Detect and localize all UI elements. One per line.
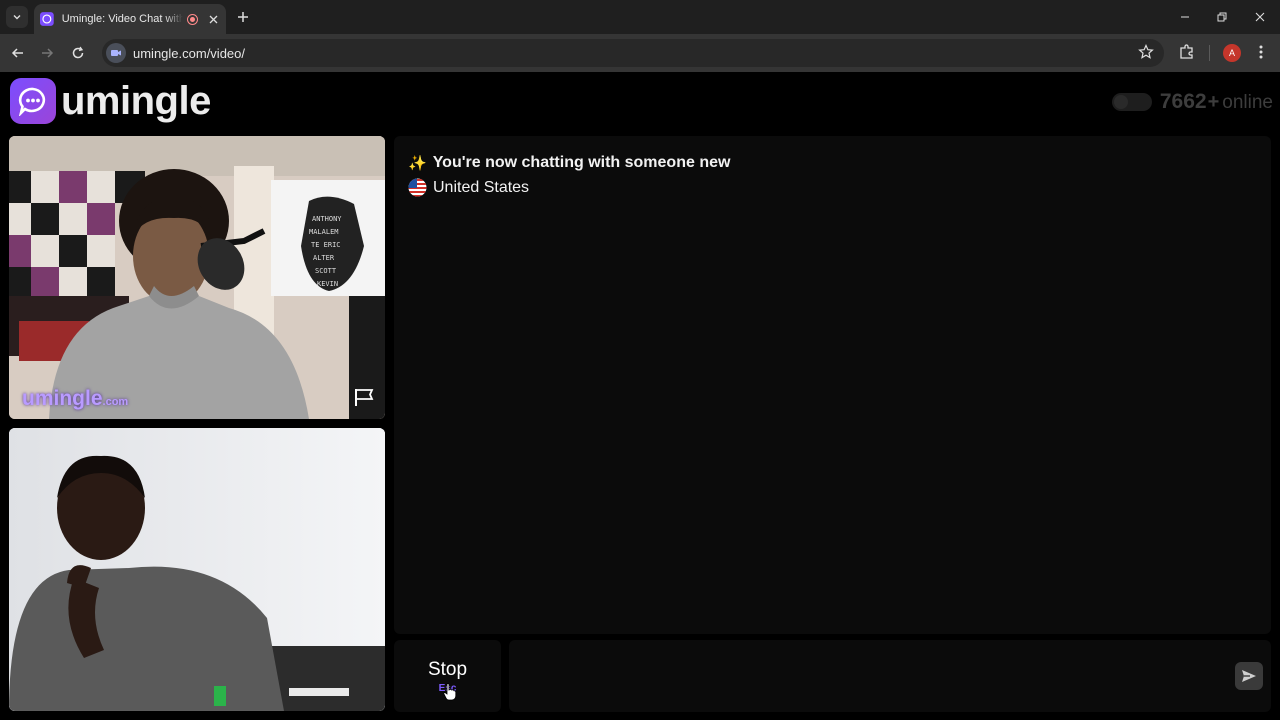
flag-icon: [355, 389, 374, 406]
country-name: United States: [433, 178, 530, 196]
stop-label: Stop: [427, 658, 468, 680]
bookmark-star-button[interactable]: [1138, 44, 1154, 65]
send-icon: [1242, 670, 1256, 682]
browser-menu-button[interactable]: [1252, 43, 1270, 66]
us-flag-icon: [408, 178, 427, 197]
browser-toolbar: umingle.com/video/ A: [0, 34, 1280, 72]
toolbar-divider: [1209, 45, 1210, 61]
svg-text:MALALEM: MALALEM: [309, 228, 339, 236]
message-input[interactable]: [509, 640, 1271, 712]
self-video: [9, 428, 385, 711]
svg-text:SCOTT: SCOTT: [315, 267, 337, 275]
tab-search-button[interactable]: [6, 6, 28, 28]
svg-text:ALTER: ALTER: [313, 254, 335, 262]
watermark-tld: .com: [102, 396, 129, 408]
site-logo[interactable]: umingle: [10, 78, 211, 124]
tab-close-button[interactable]: [206, 12, 220, 26]
send-button[interactable]: [1235, 662, 1263, 690]
sparkles-icon: ✨: [408, 155, 427, 172]
online-label: online: [1222, 92, 1273, 113]
stranger-video-frame: ANTHONY MALALEM TE ERIC ALTER SCOTT KEVIN: [9, 136, 385, 419]
arrow-right-icon: [42, 48, 54, 58]
restore-button[interactable]: [1213, 8, 1231, 26]
star-icon: [1138, 44, 1154, 59]
status-text: You're now chatting with someone new: [432, 154, 731, 171]
restore-icon: [1217, 12, 1227, 22]
browser-tab-bar: Umingle: Video Chat with Strangers: [0, 0, 1280, 34]
camera-icon: [111, 50, 121, 56]
more-vertical-icon: [1259, 45, 1263, 59]
chevron-down-icon: [13, 15, 21, 20]
hand-cursor-icon: [443, 683, 457, 701]
plus-icon: [238, 12, 248, 22]
report-button[interactable]: [353, 387, 375, 407]
chat-panel: ✨ You're now chatting with someone new U…: [394, 136, 1271, 634]
umingle-watermark: umingle.com: [22, 387, 128, 411]
stranger-location: United States: [408, 178, 529, 197]
reload-button[interactable]: [68, 43, 88, 63]
theme-toggle[interactable]: [1111, 93, 1152, 111]
arrow-left-icon: [11, 48, 23, 58]
back-button[interactable]: [8, 43, 28, 63]
puzzle-icon: [1180, 44, 1193, 59]
self-video-frame: [9, 428, 385, 711]
new-tab-button[interactable]: [234, 8, 252, 26]
close-icon: [1255, 12, 1265, 22]
umingle-favicon-icon: [40, 12, 54, 26]
extensions-button[interactable]: [1178, 43, 1196, 66]
svg-text:TE ERIC: TE ERIC: [311, 241, 341, 249]
online-count: 7662: [1159, 90, 1207, 113]
close-icon: [209, 15, 218, 23]
chat-bubble-icon: [10, 78, 56, 124]
online-counter: 7662 + online: [1111, 90, 1273, 114]
svg-text:KEVIN: KEVIN: [317, 280, 338, 288]
close-window-button[interactable]: [1251, 8, 1269, 26]
recording-indicator-icon: [187, 13, 199, 25]
tab-title: Umingle: Video Chat with Strangers: [61, 13, 184, 25]
watermark-text: umingle: [22, 387, 103, 410]
url-text: umingle.com/video/: [133, 45, 245, 61]
site-info-icon[interactable]: [106, 43, 126, 63]
profile-avatar[interactable]: A: [1223, 44, 1241, 62]
logo-text: umingle: [61, 78, 211, 123]
minimize-icon: [1181, 16, 1189, 18]
address-bar[interactable]: umingle.com/video/: [102, 39, 1164, 67]
stranger-video: ANTHONY MALALEM TE ERIC ALTER SCOTT KEVIN umi…: [9, 136, 385, 419]
minimize-button[interactable]: [1176, 8, 1194, 26]
chat-status-message: ✨ You're now chatting with someone new: [408, 154, 730, 172]
reload-icon: [72, 46, 84, 59]
forward-button[interactable]: [37, 43, 57, 63]
page: umingle 7662 + online ANTHONY MALALEM TE E…: [0, 72, 1280, 720]
browser-tab[interactable]: Umingle: Video Chat with Strangers: [34, 4, 226, 34]
svg-text:ANTHONY: ANTHONY: [312, 215, 342, 223]
stop-button[interactable]: Stop Esc: [394, 640, 501, 712]
online-plus: +: [1207, 91, 1220, 113]
